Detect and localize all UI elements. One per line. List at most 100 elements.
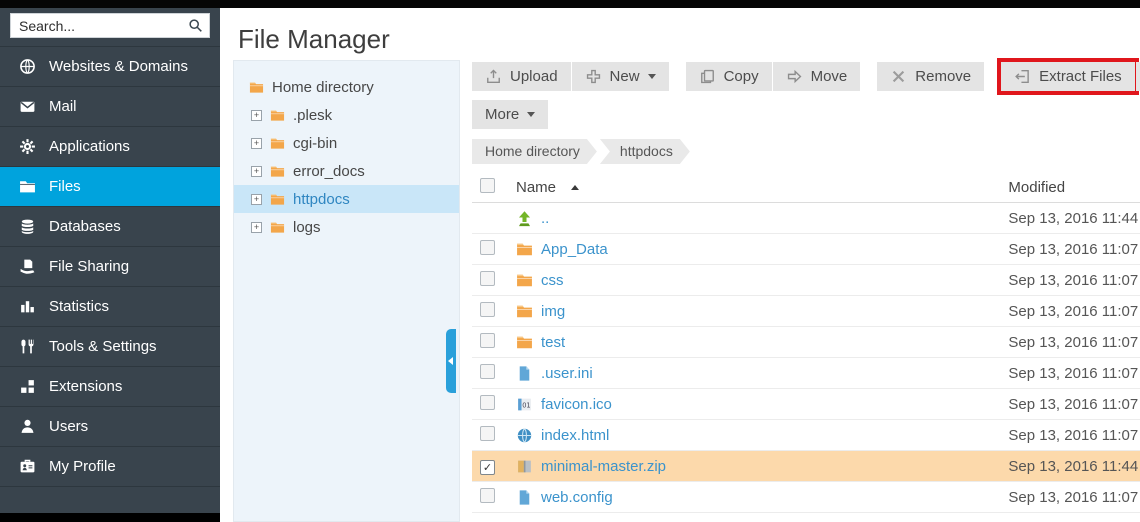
- toolbar-group: Upload New: [472, 62, 669, 91]
- copy-button[interactable]: Copy: [686, 62, 772, 91]
- extract-icon: [1014, 68, 1031, 85]
- extract-files-button[interactable]: Extract Files: [1001, 62, 1135, 91]
- move-button[interactable]: Move: [773, 62, 861, 91]
- sidebar-item-extensions[interactable]: Extensions: [0, 366, 220, 406]
- modified-value: Sep 13, 2016 11:07 AM: [963, 272, 1140, 289]
- row-checkbox[interactable]: [480, 271, 495, 286]
- row-checkbox[interactable]: [480, 395, 495, 410]
- modified-value: Sep 13, 2016 11:07 AM: [963, 396, 1140, 413]
- table-row: minimal-master.zip Sep 13, 2016 11:44 AM…: [472, 451, 1140, 482]
- upload-icon: [485, 68, 502, 85]
- sidebar-item-statistics[interactable]: Statistics: [0, 286, 220, 326]
- modified-value: Sep 13, 2016 11:07 AM: [963, 427, 1140, 444]
- expand-toggle-icon[interactable]: +: [251, 194, 262, 205]
- tree-item-logs[interactable]: + logs: [234, 213, 459, 241]
- folder-icon: [516, 303, 533, 320]
- row-checkbox[interactable]: [480, 302, 495, 317]
- folder-icon: [269, 220, 286, 235]
- expand-toggle-icon[interactable]: +: [251, 138, 262, 149]
- sort-ascending-icon: [571, 185, 579, 190]
- file-link[interactable]: css: [541, 272, 564, 289]
- table-row: web.config Sep 13, 2016 11:07 AM 2.6 KB: [472, 482, 1140, 513]
- row-checkbox[interactable]: [480, 364, 495, 379]
- svg-text:01: 01: [522, 401, 530, 409]
- collapse-tree-handle[interactable]: [446, 329, 456, 393]
- statistics-icon: [19, 298, 36, 315]
- tree-item-cgi-bin[interactable]: + cgi-bin: [234, 129, 459, 157]
- modified-value: Sep 13, 2016 11:07 AM: [963, 303, 1140, 320]
- file-link[interactable]: favicon.ico: [541, 396, 612, 413]
- sidebar-item-files[interactable]: Files: [0, 166, 220, 206]
- search-icon[interactable]: [188, 18, 203, 33]
- tree-item-httpdocs[interactable]: + httpdocs: [234, 185, 459, 213]
- sidebar: Websites & Domains Mail Applications Fil…: [0, 8, 220, 522]
- file-sharing-icon: [19, 258, 36, 275]
- file-link[interactable]: img: [541, 303, 565, 320]
- file-link[interactable]: App_Data: [541, 241, 608, 258]
- sidebar-item-my-profile[interactable]: My Profile: [0, 446, 220, 486]
- select-all-checkbox[interactable]: [480, 178, 495, 193]
- file-link[interactable]: web.config: [541, 489, 613, 506]
- row-checkbox[interactable]: [480, 460, 495, 475]
- column-header-modified[interactable]: Modified: [963, 179, 1140, 196]
- file-link[interactable]: .user.ini: [541, 365, 593, 382]
- file-link[interactable]: index.html: [541, 427, 609, 444]
- plesk-file-manager-window: Websites & Domains Mail Applications Fil…: [0, 0, 1140, 522]
- upload-button[interactable]: Upload: [472, 62, 571, 91]
- modified-value: Sep 13, 2016 11:07 AM: [963, 489, 1140, 506]
- new-button[interactable]: New: [572, 62, 669, 91]
- folder-icon: [269, 164, 286, 179]
- move-icon: [786, 68, 803, 85]
- more-button[interactable]: More: [472, 100, 548, 129]
- page-title: File Manager: [238, 24, 1140, 55]
- file-link[interactable]: test: [541, 334, 565, 351]
- up-level-icon: [516, 210, 533, 227]
- expand-toggle-icon[interactable]: +: [251, 110, 262, 121]
- plus-icon: [585, 68, 602, 85]
- copy-icon: [699, 68, 716, 85]
- table-row: css Sep 13, 2016 11:07 AM: [472, 265, 1140, 296]
- sidebar-item-applications[interactable]: Applications: [0, 126, 220, 166]
- row-checkbox[interactable]: [480, 488, 495, 503]
- globe-icon: [19, 58, 36, 75]
- expand-toggle-icon[interactable]: +: [251, 166, 262, 177]
- folder-icon: [269, 192, 286, 207]
- zip-file-icon: [516, 458, 533, 475]
- modified-value: Sep 13, 2016 11:07 AM: [963, 241, 1140, 258]
- sidebar-item-mail[interactable]: Mail: [0, 86, 220, 126]
- sidebar-item-websites-domains[interactable]: Websites & Domains: [0, 46, 220, 86]
- modified-value: Sep 13, 2016 11:07 AM: [963, 365, 1140, 382]
- expand-toggle-icon[interactable]: +: [251, 222, 262, 233]
- file-icon: [516, 365, 533, 382]
- gear-icon: [19, 138, 36, 155]
- folder-white-icon: [19, 178, 36, 195]
- file-link[interactable]: ..: [541, 210, 549, 227]
- toolbar-group: Copy Move: [686, 62, 861, 91]
- sidebar-bottom-bar: [0, 513, 220, 522]
- tools-icon: [19, 338, 36, 355]
- sidebar-item-tools-settings[interactable]: Tools & Settings: [0, 326, 220, 366]
- search-input[interactable]: [10, 13, 210, 38]
- tree-item-plesk[interactable]: + .plesk: [234, 101, 459, 129]
- sidebar-item-file-sharing[interactable]: File Sharing: [0, 246, 220, 286]
- file-link[interactable]: minimal-master.zip: [541, 458, 666, 475]
- add-to-archive-button[interactable]: Add to Archive: [1136, 62, 1140, 91]
- row-checkbox[interactable]: [480, 240, 495, 255]
- table-header: Name Modified Size: [472, 172, 1140, 203]
- row-checkbox[interactable]: [480, 426, 495, 441]
- toolbar: Upload New Copy Move Remove Extract File…: [472, 62, 1140, 91]
- sidebar-item-users[interactable]: Users: [0, 406, 220, 446]
- sidebar-item-databases[interactable]: Databases: [0, 206, 220, 246]
- main-area: File Manager Home directory + .plesk + c…: [220, 8, 1140, 522]
- tree-item-home-directory[interactable]: Home directory: [234, 73, 459, 101]
- breadcrumb-segment-httpdocs: httpdocs: [600, 139, 690, 164]
- toolbar-group: Remove: [877, 62, 984, 91]
- breadcrumb-segment-home-directory[interactable]: Home directory: [472, 139, 597, 164]
- remove-button[interactable]: Remove: [877, 62, 984, 91]
- tree-item-error-docs[interactable]: + error_docs: [234, 157, 459, 185]
- table-row: img Sep 13, 2016 11:07 AM: [472, 296, 1140, 327]
- row-checkbox[interactable]: [480, 333, 495, 348]
- toolbar-group: Extract Files Add to Archive: [1001, 62, 1140, 91]
- folder-icon: [269, 108, 286, 123]
- column-header-name[interactable]: Name: [506, 179, 963, 196]
